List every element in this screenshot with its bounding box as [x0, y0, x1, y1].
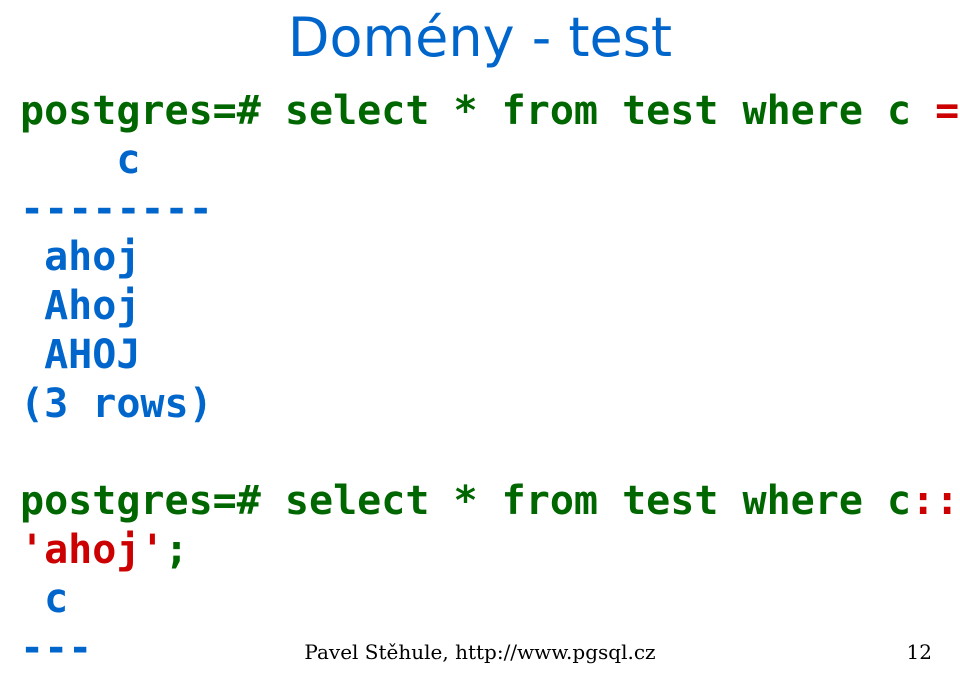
- tbl-1: test: [598, 88, 743, 134]
- code-block: postgres=# select * from test where c = …: [20, 87, 960, 678]
- kw-where-1: where: [742, 88, 862, 134]
- kw-where-2: where: [742, 478, 862, 524]
- result1-row3: AHOJ: [20, 332, 140, 378]
- result2-count: (0 rows): [20, 674, 213, 678]
- result1-row2: Ahoj: [20, 283, 140, 329]
- semi-2: ;: [165, 527, 189, 573]
- page-number: 12: [907, 640, 932, 664]
- result1-header: c: [20, 137, 140, 183]
- star-2: *: [429, 478, 501, 524]
- col-1: c: [863, 88, 935, 134]
- star-1: *: [429, 88, 501, 134]
- tbl-2: test: [598, 478, 743, 524]
- eq-1: =: [935, 88, 959, 134]
- result1-sep: --------: [20, 186, 213, 232]
- result2-header: c: [20, 576, 68, 622]
- str-2: 'ahoj': [20, 527, 165, 573]
- kw-select-2: select: [285, 478, 430, 524]
- kw-from-1: from: [502, 88, 598, 134]
- prompt-1: postgres=#: [20, 88, 285, 134]
- cast-2: ::varchar: [911, 478, 960, 524]
- kw-from-2: from: [502, 478, 598, 524]
- result1-count: (3 rows): [20, 381, 213, 427]
- result1-row1: ahoj: [20, 234, 140, 280]
- kw-select-1: select: [285, 88, 430, 134]
- col-2: c: [863, 478, 911, 524]
- prompt-2: postgres=#: [20, 478, 285, 524]
- slide-footer: Pavel Stěhule, http://www.pgsql.cz: [0, 640, 960, 664]
- slide-title: Domény - test: [0, 6, 960, 69]
